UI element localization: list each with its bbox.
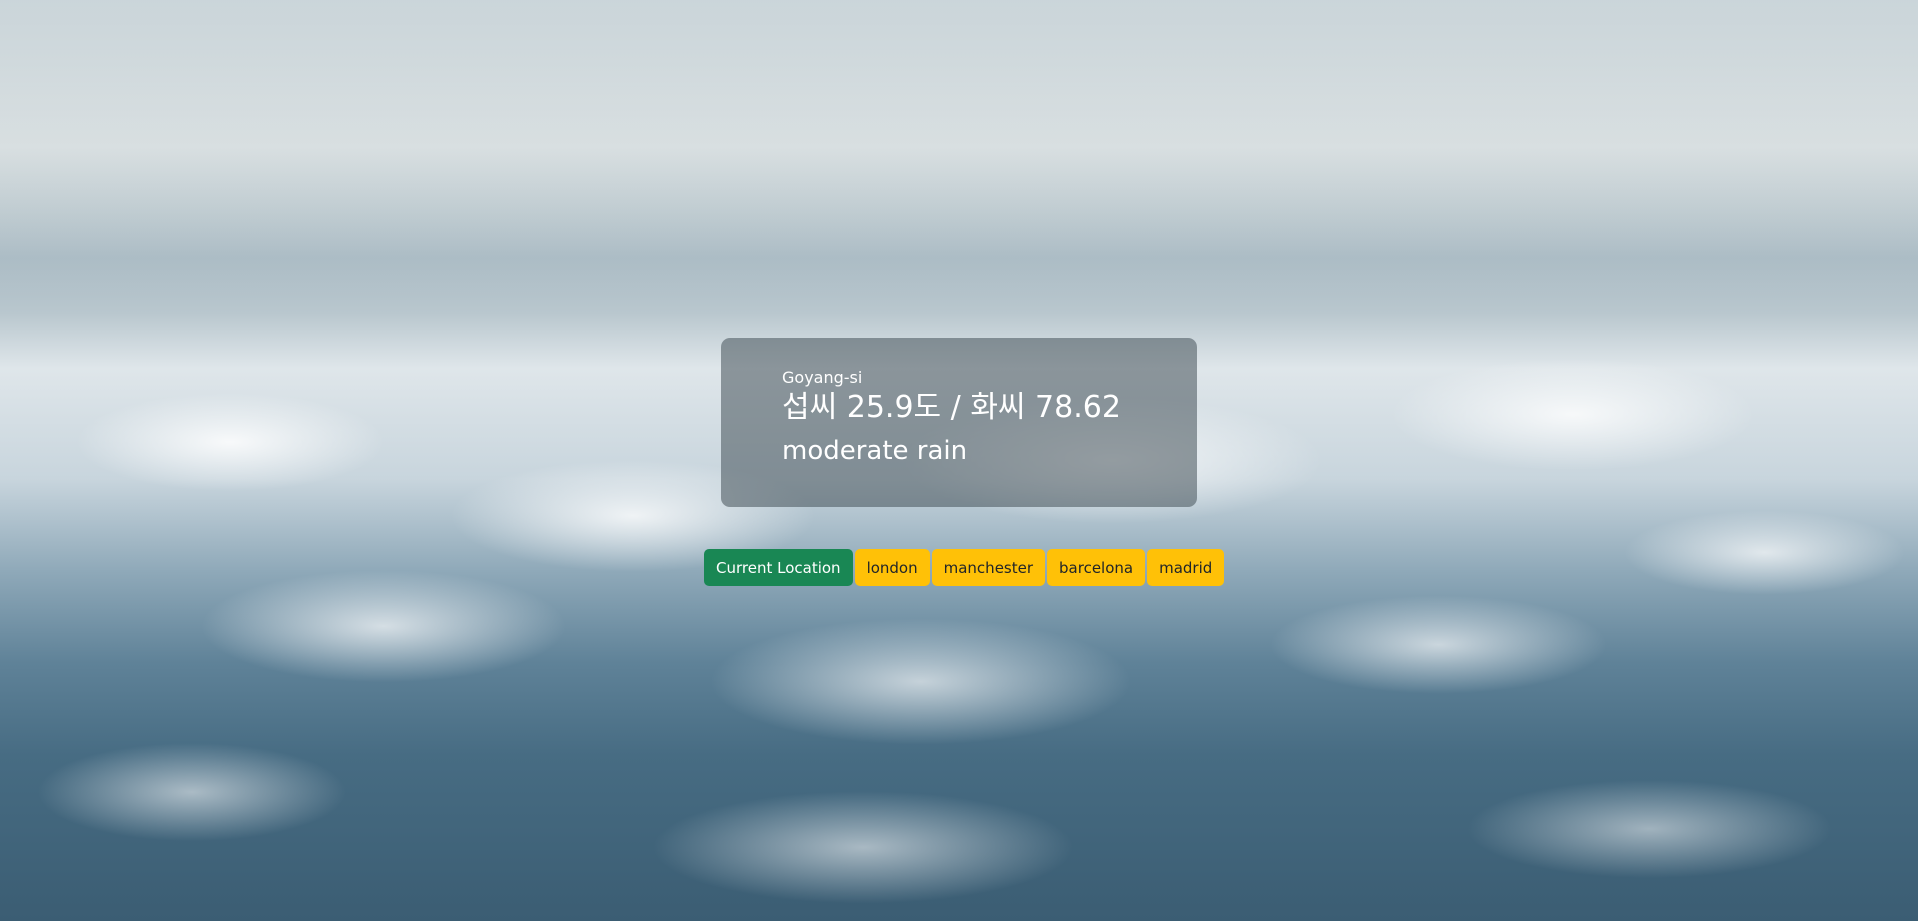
city-button-manchester[interactable]: manchester — [931, 549, 1046, 586]
temperature-readout: 섭씨 25.9도 / 화씨 78.62 — [782, 390, 1121, 425]
city-button-group: Current Location london manchester barce… — [704, 549, 1225, 586]
city-button-london[interactable]: london — [854, 549, 930, 586]
weather-card: Goyang-si 섭씨 25.9도 / 화씨 78.62 moderate r… — [721, 338, 1197, 507]
city-button-madrid[interactable]: madrid — [1147, 549, 1225, 586]
city-button-barcelona[interactable]: barcelona — [1047, 549, 1146, 586]
current-location-button[interactable]: Current Location — [704, 549, 853, 586]
weather-description: moderate rain — [782, 436, 968, 466]
city-name: Goyang-si — [782, 368, 863, 387]
sky-clouds-background — [0, 0, 1918, 300]
